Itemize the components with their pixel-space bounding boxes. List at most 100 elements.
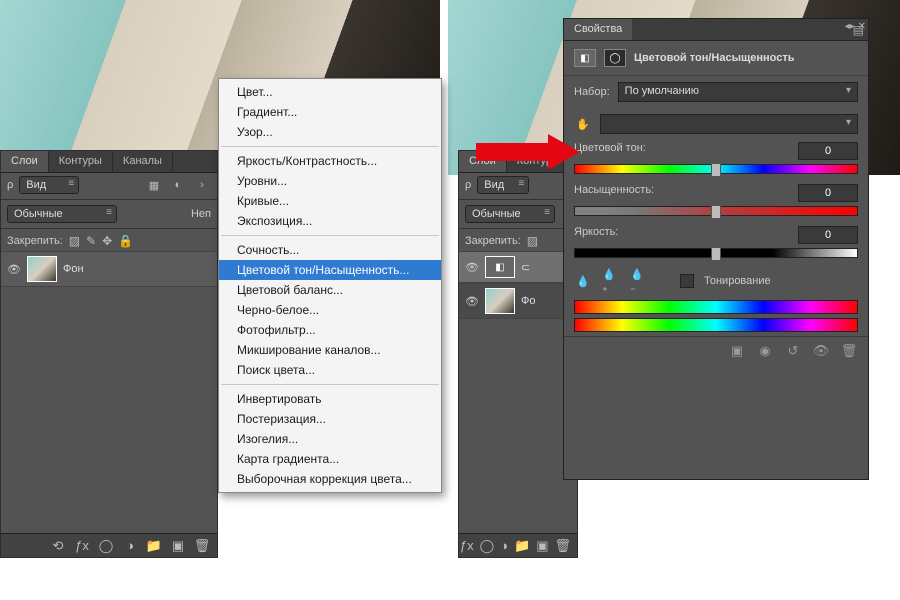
menu-item-invert[interactable]: Инвертировать bbox=[219, 389, 441, 409]
view-previous-icon[interactable]: ◉ bbox=[756, 343, 774, 359]
saturation-slider[interactable] bbox=[574, 206, 858, 216]
menu-item-gradient-map[interactable]: Карта градиента... bbox=[219, 449, 441, 469]
lightness-value[interactable]: 0 bbox=[798, 226, 858, 244]
layer-row-background[interactable]: 👁 Фон bbox=[1, 251, 217, 287]
fx-icon[interactable]: ƒx bbox=[73, 537, 91, 555]
menu-item-levels[interactable]: Уровни... bbox=[219, 171, 441, 191]
preset-label: Набор: bbox=[574, 86, 610, 98]
adjustment-icon-r[interactable]: ◑ bbox=[500, 537, 508, 555]
layer-filter-select-r[interactable]: Вид bbox=[477, 176, 529, 194]
adjustment-context-menu: Цвет... Градиент... Узор... Яркость/Конт… bbox=[218, 78, 442, 493]
layers-footer-right: ƒx ◯ ◑ 📁 ▣ 🗑 bbox=[459, 533, 577, 557]
preset-dropdown[interactable]: По умолчанию bbox=[618, 82, 858, 102]
layers-panel-left: Слои Контуры Каналы ρ Вид ▦ ◐ › Обычные … bbox=[0, 150, 218, 558]
tab-properties[interactable]: Свойства bbox=[564, 19, 632, 40]
layer-filter-select[interactable]: Вид bbox=[19, 176, 79, 194]
adjustment-thumbnail[interactable]: ◧ bbox=[485, 256, 515, 278]
mask-type-icon[interactable]: ◯ bbox=[604, 49, 626, 67]
trash-icon-r[interactable]: 🗑 bbox=[554, 537, 571, 555]
delete-adjustment-icon[interactable]: 🗑 bbox=[840, 343, 858, 359]
tab-layers[interactable]: Слои bbox=[1, 151, 49, 172]
fx-icon-r[interactable]: ƒx bbox=[460, 537, 474, 555]
menu-item-posterize[interactable]: Постеризация... bbox=[219, 409, 441, 429]
tab-contours[interactable]: Контуры bbox=[49, 151, 113, 172]
eyedropper-plus-icon[interactable]: 💧₊ bbox=[602, 272, 620, 290]
menu-item-photofilter[interactable]: Фотофильтр... bbox=[219, 320, 441, 340]
link-icon[interactable]: ⟲ bbox=[49, 537, 67, 555]
properties-panel: ◂▸✕ Свойства ▤ ◧ ◯ Цветовой тон/Насыщенн… bbox=[563, 18, 869, 480]
lock-label-r: Закрепить: bbox=[465, 235, 521, 247]
eyedropper-icon[interactable]: 💧 bbox=[574, 272, 592, 290]
new-layer-icon-r[interactable]: ▣ bbox=[536, 537, 548, 555]
menu-item-curves[interactable]: Кривые... bbox=[219, 191, 441, 211]
colorize-checkbox[interactable] bbox=[680, 274, 694, 288]
menu-item-channel-mixer[interactable]: Микширование каналов... bbox=[219, 340, 441, 360]
adjustment-type-icon[interactable]: ◧ bbox=[574, 49, 596, 67]
folder-icon[interactable]: 📁 bbox=[145, 537, 163, 555]
layer-name[interactable]: Фон bbox=[63, 263, 84, 275]
targeted-adjust-icon[interactable]: ✋ bbox=[574, 116, 592, 132]
menu-item-pattern[interactable]: Узор... bbox=[219, 122, 441, 142]
layer-thumbnail[interactable] bbox=[27, 256, 57, 282]
blend-mode-select-r[interactable]: Обычные bbox=[465, 205, 555, 223]
menu-item-color[interactable]: Цвет... bbox=[219, 82, 441, 102]
filter-pixel-icon[interactable]: ▦ bbox=[145, 177, 163, 193]
lock-move-icon[interactable]: ✥ bbox=[102, 234, 112, 248]
visibility-eye-icon-r1[interactable]: 👁 bbox=[465, 261, 479, 274]
saturation-label: Насыщенность: bbox=[574, 184, 654, 202]
mask-icon-r[interactable]: ◯ bbox=[480, 537, 495, 555]
clip-to-layer-icon[interactable]: ▣ bbox=[728, 343, 746, 359]
lock-label: Закрепить: bbox=[7, 235, 63, 247]
properties-title: Цветовой тон/Насыщенность bbox=[634, 52, 795, 64]
hue-range-top[interactable] bbox=[574, 300, 858, 314]
saturation-value[interactable]: 0 bbox=[798, 184, 858, 202]
trash-icon[interactable]: 🗑 bbox=[193, 537, 211, 555]
colorize-label: Тонирование bbox=[704, 275, 771, 287]
layers-panel-right: Слои Контуры ρ Вид Обычные Закрепить: ▨ … bbox=[458, 150, 578, 558]
annotation-arrow-head bbox=[548, 134, 580, 170]
menu-item-selective-color[interactable]: Выборочная коррекция цвета... bbox=[219, 469, 441, 489]
hue-label: Цветовой тон: bbox=[574, 142, 646, 160]
lightness-label: Яркость: bbox=[574, 226, 618, 244]
layer-name-r[interactable]: Фо bbox=[521, 295, 535, 307]
filter-adjust-icon[interactable]: ◐ bbox=[169, 177, 187, 193]
mask-icon[interactable]: ◯ bbox=[97, 537, 115, 555]
annotation-arrow bbox=[476, 143, 548, 161]
folder-icon-r[interactable]: 📁 bbox=[514, 537, 530, 555]
layers-footer-left: ⟲ ƒx ◯ ◑ 📁 ▣ 🗑 bbox=[1, 533, 217, 557]
panel-menu-icon[interactable]: ▤ bbox=[853, 23, 864, 37]
menu-item-bw[interactable]: Черно-белое... bbox=[219, 300, 441, 320]
adjustment-icon[interactable]: ◑ bbox=[121, 537, 139, 555]
tab-channels[interactable]: Каналы bbox=[113, 151, 173, 172]
layer-thumbnail-r[interactable] bbox=[485, 288, 515, 314]
lock-transparent-icon-r[interactable]: ▨ bbox=[527, 234, 538, 248]
hue-slider[interactable] bbox=[574, 164, 858, 174]
channel-dropdown[interactable] bbox=[600, 114, 858, 134]
visibility-eye-icon-r2[interactable]: 👁 bbox=[465, 295, 479, 308]
menu-item-color-balance[interactable]: Цветовой баланс... bbox=[219, 280, 441, 300]
eyedropper-minus-icon[interactable]: 💧₋ bbox=[630, 272, 648, 290]
menu-item-exposure[interactable]: Экспозиция... bbox=[219, 211, 441, 231]
menu-item-color-lookup[interactable]: Поиск цвета... bbox=[219, 360, 441, 380]
filter-more-icon[interactable]: › bbox=[193, 177, 211, 193]
menu-item-threshold[interactable]: Изогелия... bbox=[219, 429, 441, 449]
toggle-visibility-icon[interactable]: 👁 bbox=[812, 343, 830, 359]
lock-brush-icon[interactable]: ✎ bbox=[86, 234, 96, 248]
blend-mode-select[interactable]: Обычные bbox=[7, 205, 117, 223]
reset-icon[interactable]: ↺ bbox=[784, 343, 802, 359]
visibility-eye-icon[interactable]: 👁 bbox=[7, 263, 21, 276]
hue-range-bottom[interactable] bbox=[574, 318, 858, 332]
menu-item-hue-saturation[interactable]: Цветовой тон/Насыщенность... bbox=[219, 260, 441, 280]
hue-value[interactable]: 0 bbox=[798, 142, 858, 160]
new-layer-icon[interactable]: ▣ bbox=[169, 537, 187, 555]
menu-item-brightness[interactable]: Яркость/Контрастность... bbox=[219, 151, 441, 171]
properties-footer: ▣ ◉ ↺ 👁 🗑 bbox=[564, 336, 868, 365]
menu-item-gradient[interactable]: Градиент... bbox=[219, 102, 441, 122]
lightness-slider[interactable] bbox=[574, 248, 858, 258]
opacity-label: Неп bbox=[191, 208, 211, 220]
lock-all-icon[interactable]: 🔒 bbox=[118, 234, 133, 248]
lock-transparent-icon[interactable]: ▨ bbox=[69, 234, 80, 248]
layer-row-background-r[interactable]: 👁 Фо bbox=[459, 283, 577, 319]
menu-item-vibrance[interactable]: Сочность... bbox=[219, 240, 441, 260]
layer-row-adjustment[interactable]: 👁 ◧ ⊂ bbox=[459, 251, 577, 283]
